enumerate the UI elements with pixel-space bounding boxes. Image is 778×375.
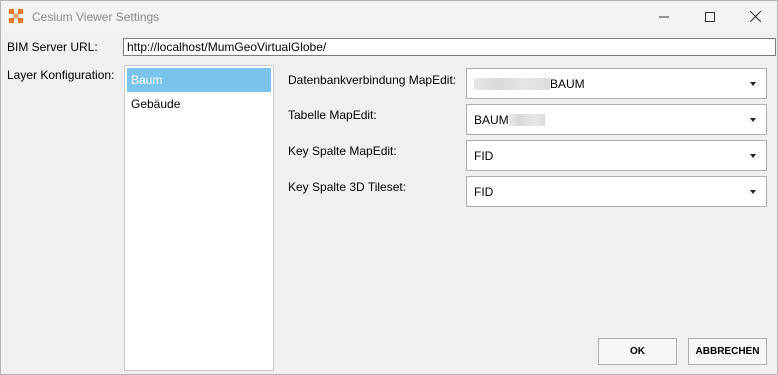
maximize-icon[interactable] bbox=[687, 1, 733, 32]
chevron-down-icon bbox=[750, 190, 756, 194]
window-title: Cesium Viewer Settings bbox=[32, 10, 160, 24]
server-url-label: BIM Server URL: bbox=[7, 40, 98, 54]
layer-item-baum[interactable]: Baum bbox=[127, 68, 271, 92]
table-value: BAUM bbox=[474, 113, 545, 127]
server-url-input[interactable] bbox=[123, 38, 776, 56]
key-column-mapedit-combo[interactable]: FID bbox=[466, 140, 767, 171]
layer-item-gebaeude[interactable]: Gebäude bbox=[127, 92, 271, 116]
settings-window: Cesium Viewer Settings BIM Server URL: L… bbox=[0, 0, 778, 375]
layer-list[interactable]: Baum Gebäude bbox=[124, 65, 274, 371]
chevron-down-icon bbox=[750, 118, 756, 122]
db-connection-combo[interactable]: BAUM bbox=[466, 68, 767, 99]
db-connection-value: BAUM bbox=[474, 77, 585, 91]
key-column-3d-label: Key Spalte 3D Tileset: bbox=[288, 180, 407, 194]
layer-config-label: Layer Konfiguration: bbox=[7, 68, 115, 82]
cancel-button[interactable]: ABBRECHEN bbox=[688, 338, 767, 365]
key-column-mapedit-label: Key Spalte MapEdit: bbox=[288, 144, 397, 158]
chevron-down-icon bbox=[750, 82, 756, 86]
table-combo[interactable]: BAUM bbox=[466, 104, 767, 135]
app-icon bbox=[9, 9, 23, 23]
ok-button[interactable]: OK bbox=[598, 338, 677, 365]
minimize-icon[interactable] bbox=[641, 1, 687, 32]
redacted-text bbox=[508, 114, 545, 126]
key-column-mapedit-value: FID bbox=[474, 149, 494, 163]
table-label: Tabelle MapEdit: bbox=[288, 108, 377, 122]
close-icon[interactable] bbox=[732, 1, 778, 32]
key-column-3d-combo[interactable]: FID bbox=[466, 176, 767, 207]
chevron-down-icon bbox=[750, 154, 756, 158]
redacted-text bbox=[474, 78, 550, 90]
key-column-3d-value: FID bbox=[474, 185, 494, 199]
title-bar[interactable]: Cesium Viewer Settings bbox=[1, 1, 777, 32]
db-connection-label: Datenbankverbindung MapEdit: bbox=[288, 73, 457, 87]
